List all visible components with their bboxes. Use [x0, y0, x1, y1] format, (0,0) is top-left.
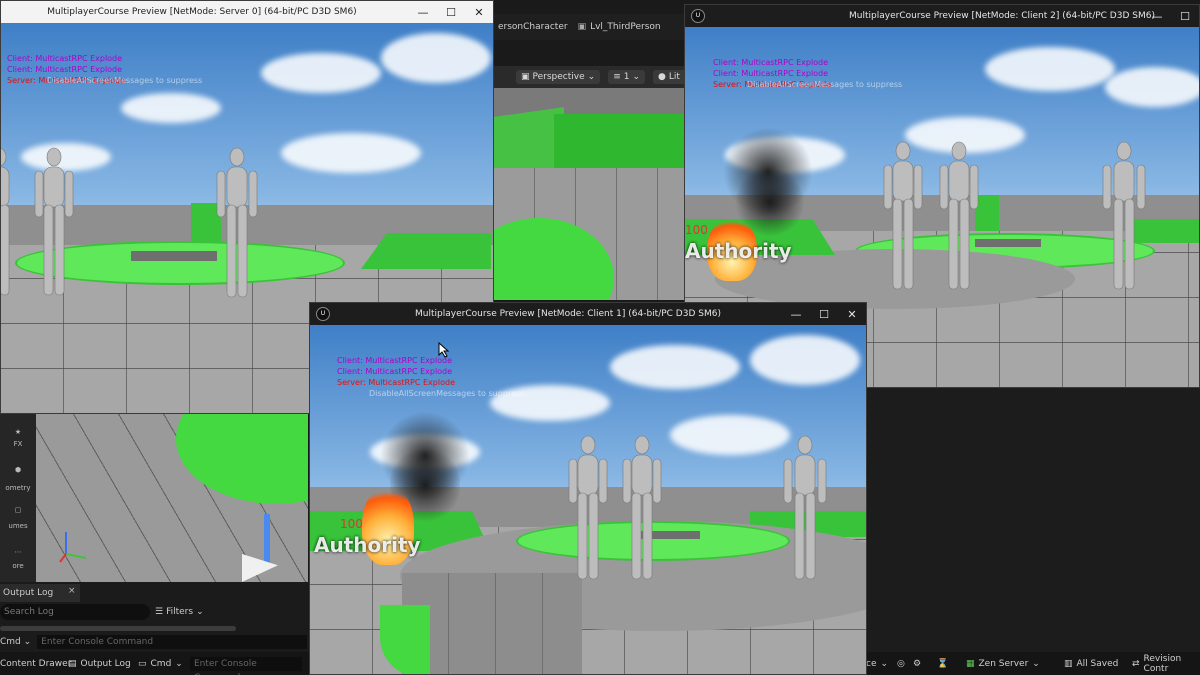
pie-window-client-1[interactable]: U MultiplayerCourse Preview [NetMode: Cl…	[309, 302, 867, 675]
place-actors-sidebar: ★ FX ⬢ ometry ▢ umes ⋯ ore	[0, 414, 36, 582]
terminal-icon: ▭	[138, 658, 147, 669]
camera-icon: ▣	[521, 72, 530, 82]
unreal-logo-icon: U	[316, 307, 330, 321]
minimize-button[interactable]: —	[409, 1, 437, 23]
content-drawer-button[interactable]: Content Drawer	[0, 656, 71, 671]
log-icon: ▤	[68, 658, 77, 669]
gear-icon[interactable]: ⚙	[913, 656, 921, 671]
client1-titlebar[interactable]: U MultiplayerCourse Preview [NetMode: Cl…	[310, 303, 866, 325]
zen-server-button[interactable]: ▦ Zen Server ⌄	[966, 656, 1040, 671]
tab-character[interactable]: ersonCharacter	[498, 22, 568, 32]
editor-viewport[interactable]	[494, 88, 684, 300]
close-icon[interactable]: ×	[68, 586, 76, 596]
character-figure	[1, 148, 10, 296]
filters-button[interactable]: ☰ Filters ⌄	[155, 604, 204, 620]
sphere-icon: ●	[658, 72, 666, 82]
derived-data-icon[interactable]: ◎	[897, 656, 905, 671]
health-text: 100	[685, 223, 708, 237]
output-log-panel: Output Log × Search Log ☰ Filters ⌄ Cmd ⌄ …	[0, 582, 308, 652]
perspective-button[interactable]: ▣ Perspective ⌄	[516, 70, 601, 84]
window-title: MultiplayerCourse Preview [NetMode: Serv…	[47, 7, 357, 17]
fov-button[interactable]: ≡ 1 ⌄	[608, 70, 646, 84]
tab-level[interactable]: ▣ Lvl_ThirdPerson	[578, 22, 661, 32]
level-icon: ▣	[577, 22, 587, 32]
mouse-cursor-icon	[438, 342, 450, 358]
star-icon[interactable]: ★	[0, 428, 36, 436]
log-scrollbar[interactable]	[0, 626, 236, 631]
revision-control-button[interactable]: ⇄ Revision Contr	[1132, 654, 1200, 674]
onscreen-debug-messages: Client: MulticastRPC Explode Client: Mul…	[7, 54, 203, 85]
output-log-button[interactable]: ▤ Output Log	[68, 656, 131, 671]
close-button[interactable]: ✕	[838, 303, 866, 325]
window-title: MultiplayerCourse Preview [NetMode: Clie…	[849, 11, 1155, 21]
filter-icon: ☰	[155, 607, 164, 617]
save-icon: ▥	[1064, 658, 1073, 669]
chevron-down-icon: ⌄	[175, 658, 183, 669]
client1-game-viewport[interactable]: 100 Authority Client: MulticastRPC Explo…	[310, 325, 866, 674]
authority-label: Authority	[685, 239, 792, 263]
character-figure	[622, 435, 662, 580]
bars-icon: ≡	[613, 72, 621, 82]
authority-label: Authority	[314, 533, 421, 557]
maximize-button[interactable]: ☐	[437, 1, 465, 23]
hourglass-icon[interactable]: ⌛	[937, 656, 948, 671]
character-figure	[939, 141, 979, 290]
chevron-down-icon: ⌄	[632, 72, 641, 82]
server-titlebar[interactable]: MultiplayerCourse Preview [NetMode: Serv…	[1, 1, 493, 23]
editor-panel-background	[868, 388, 1200, 652]
unreal-logo-icon: U	[691, 9, 705, 23]
character-figure	[568, 435, 608, 580]
more-icon[interactable]: ⋯	[0, 548, 36, 556]
cmd-button[interactable]: ▭ Cmd ⌄	[138, 656, 183, 671]
console-input[interactable]: Enter Console Command	[37, 635, 308, 649]
close-button[interactable]: ✕	[465, 1, 493, 23]
editor-tab-bar: ersonCharacter ▣ Lvl_ThirdPerson	[494, 14, 684, 40]
character-figure	[34, 147, 74, 296]
character-figure	[883, 141, 923, 290]
onscreen-debug-messages: Client: MulticastRPC Explode Client: Mul…	[713, 58, 903, 89]
geometry-icon[interactable]: ⬢	[0, 466, 36, 474]
all-saved-button[interactable]: ▥ All Saved	[1064, 656, 1118, 671]
search-log-input[interactable]: Search Log	[0, 604, 150, 620]
cmd-dropdown[interactable]: Cmd ⌄	[0, 637, 31, 647]
minimize-button[interactable]: —	[1143, 5, 1171, 27]
window-title: MultiplayerCourse Preview [NetMode: Clie…	[415, 309, 721, 319]
client2-titlebar[interactable]: U MultiplayerCourse Preview [NetMode: Cl…	[685, 5, 1199, 27]
source-control-dropdown[interactable]: ce ⌄	[866, 656, 888, 671]
secondary-viewport[interactable]	[36, 414, 308, 582]
character-figure	[783, 435, 827, 580]
chevron-down-icon: ⌄	[880, 658, 889, 669]
maximize-button[interactable]: ☐	[810, 303, 838, 325]
desktop: ersonCharacter ▣ Lvl_ThirdPerson ▣ Perspec…	[0, 0, 1200, 675]
chevron-down-icon: ⌄	[587, 72, 596, 82]
revision-icon: ⇄	[1132, 658, 1140, 669]
viewport-toolbar: ▣Perspective⌄ ≡1⌄ ●Lit⌄	[494, 66, 696, 88]
chevron-down-icon: ⌄	[1032, 658, 1040, 669]
status-console-input[interactable]: Enter Console Command	[190, 656, 302, 675]
maximize-button[interactable]: ☐	[1171, 5, 1199, 27]
character-figure	[1102, 141, 1146, 290]
onscreen-debug-messages: Client: MulticastRPC Explode Client: Mul…	[337, 356, 525, 398]
character-figure	[216, 147, 258, 298]
axis-gizmo-icon	[59, 532, 87, 563]
server-icon: ▦	[966, 658, 975, 669]
chevron-down-icon: ⌄	[196, 607, 204, 617]
health-text: 100	[340, 517, 363, 531]
volume-icon[interactable]: ▢	[0, 506, 36, 514]
minimize-button[interactable]: —	[782, 303, 810, 325]
